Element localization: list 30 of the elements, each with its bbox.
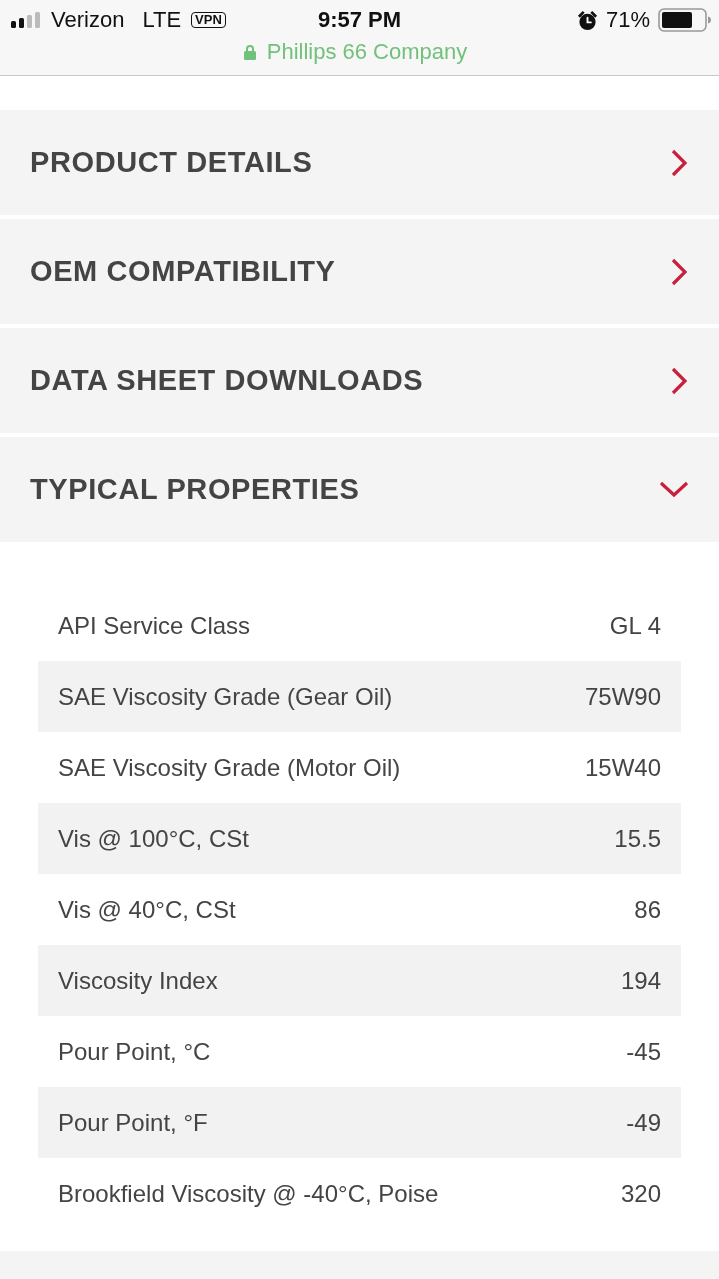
property-value: 194 bbox=[620, 966, 661, 995]
property-name: Vis @ 40°C, CSt bbox=[58, 895, 236, 924]
property-value: 15W40 bbox=[584, 753, 661, 782]
property-name: Pour Point, °F bbox=[58, 1108, 208, 1137]
battery-percent: 71% bbox=[605, 7, 650, 33]
property-name: API Service Class bbox=[58, 611, 251, 640]
alarm-clock-icon bbox=[576, 9, 598, 31]
accordion-header[interactable]: TYPICAL PROPERTIES bbox=[0, 437, 719, 542]
property-value: 320 bbox=[620, 1179, 661, 1208]
property-name: SAE Viscosity Grade (Gear Oil) bbox=[58, 682, 393, 711]
carrier-name: Verizon bbox=[51, 7, 125, 33]
signal-icon bbox=[11, 12, 41, 28]
property-value: -45 bbox=[626, 1037, 661, 1066]
property-value: 86 bbox=[634, 895, 661, 924]
property-name: Vis @ 100°C, CSt bbox=[58, 824, 249, 853]
property-value: 75W90 bbox=[584, 682, 661, 711]
property-value: 15.5 bbox=[614, 824, 661, 853]
property-value: GL 4 bbox=[609, 611, 661, 640]
network-type: LTE bbox=[142, 7, 182, 33]
property-name: Viscosity Index bbox=[58, 966, 218, 995]
accordion-header[interactable]: OEM COMPATIBILITY bbox=[0, 219, 719, 324]
battery-icon bbox=[658, 8, 712, 32]
clock-time: 9:57 PM bbox=[317, 7, 402, 33]
property-name: Pour Point, °C bbox=[58, 1037, 211, 1066]
property-value: -49 bbox=[626, 1108, 661, 1137]
property-name: Brookfield Viscosity @ -40°C, Poise bbox=[58, 1179, 439, 1208]
accordion-header[interactable]: PRODUCT DETAILS bbox=[0, 110, 719, 215]
vpn-indicator: VPN bbox=[191, 12, 226, 28]
property-name: SAE Viscosity Grade (Motor Oil) bbox=[58, 753, 401, 782]
accordion-header[interactable]: DATA SHEET DOWNLOADS bbox=[0, 328, 719, 433]
